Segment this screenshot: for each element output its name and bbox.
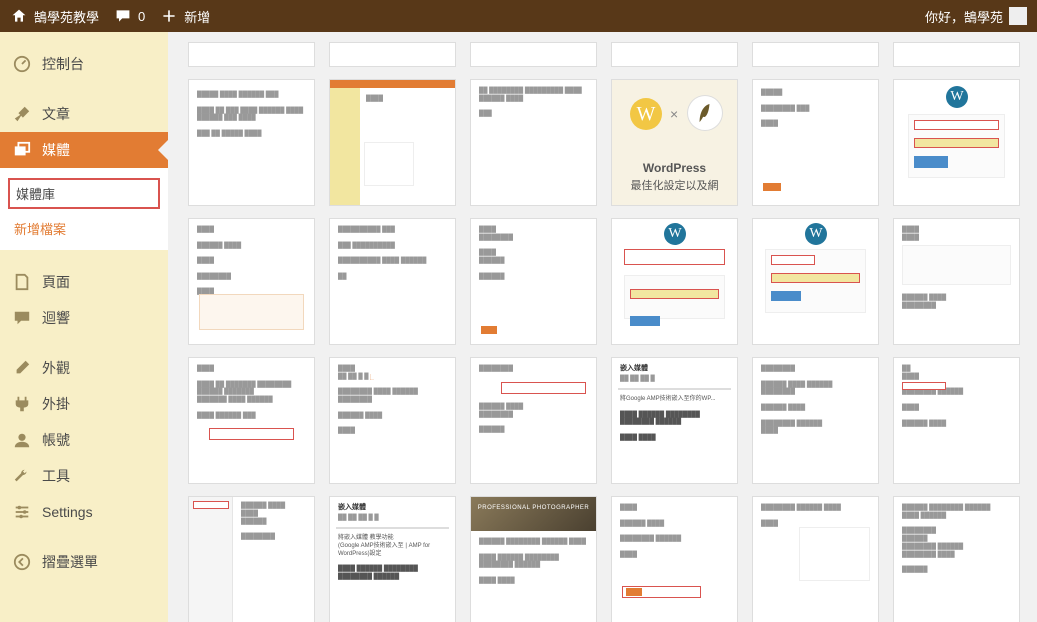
media-thumb[interactable] — [893, 42, 1020, 67]
media-thumb[interactable]: W × WordPress 最佳化設定以及網 — [611, 79, 738, 206]
admin-bar-right: 你好，鵠學苑 — [925, 7, 1027, 26]
main-wrap: 控制台 文章 媒體 媒體庫 新增檔案 — [0, 32, 1037, 622]
media-icon — [12, 140, 32, 160]
plug-icon — [12, 394, 32, 414]
sidebar-item-dashboard[interactable]: 控制台 — [0, 46, 168, 82]
sidebar-label: 頁面 — [42, 272, 70, 292]
wrench-icon — [12, 466, 32, 486]
media-thumb[interactable]: ████████ ██████ ████████ — [752, 496, 879, 622]
media-thumb[interactable]: W — [752, 218, 879, 345]
wp-logo-icon: W — [805, 223, 827, 245]
collapse-icon — [12, 552, 32, 572]
media-thumb[interactable]: ██████████ ██████ ████████████████████ █… — [329, 218, 456, 345]
media-thumb[interactable]: ████ — [329, 79, 456, 206]
page-icon — [12, 272, 32, 292]
submenu-item-addnew[interactable]: 新增檔案 — [0, 213, 168, 244]
user-icon — [12, 430, 32, 450]
sidebar-item-tools[interactable]: 工具 — [0, 458, 168, 494]
media-thumb[interactable]: ████████ ██████ ████████████ — [893, 218, 1020, 345]
media-thumb[interactable]: ██████ ██████████████████████ — [188, 496, 315, 622]
sidebar-label: 控制台 — [42, 54, 84, 74]
admin-bar: 鵠學苑教學 0 新增 你好，鵠學苑 — [0, 0, 1037, 32]
sliders-icon — [12, 502, 32, 522]
media-thumb[interactable] — [188, 42, 315, 67]
wp-logo-icon: W — [946, 86, 968, 108]
sidebar-label: 摺疊選單 — [42, 552, 98, 572]
media-thumb[interactable]: ████████ ██ ███████ ████████ ██████ ████… — [188, 357, 315, 484]
sidebar-label: 文章 — [42, 104, 70, 124]
comment-icon — [12, 308, 32, 328]
submenu-label: 媒體庫 — [16, 187, 55, 202]
media-thumb[interactable]: PROFESSIONAL PHOTOGRAPHER ██████ ███████… — [470, 496, 597, 622]
media-submenu: 媒體庫 新增檔案 — [0, 168, 168, 250]
brush-icon — [12, 358, 32, 378]
comments-link[interactable]: 0 — [114, 7, 145, 25]
media-grid: █████ ████ ██████ ███████ ██ ███ ████ ██… — [188, 42, 1017, 622]
feather-icon — [696, 102, 714, 124]
sidebar-item-posts[interactable]: 文章 — [0, 96, 168, 132]
submenu-label: 新增檔案 — [14, 222, 66, 237]
media-thumb[interactable] — [329, 42, 456, 67]
media-thumb[interactable]: 嵌入媒體 ██ ██ ██ █ 將Google AMP技術嵌入至你的WP...█… — [611, 357, 738, 484]
dashboard-icon — [12, 54, 32, 74]
sidebar-label: 外掛 — [42, 394, 70, 414]
media-thumb[interactable]: ██████ ██ █ █ █████████ ████ ██████ ████… — [329, 357, 456, 484]
admin-bar-left: 鵠學苑教學 0 新增 — [10, 7, 210, 26]
site-link[interactable]: 鵠學苑教學 — [10, 7, 99, 26]
sidebar-item-appearance[interactable]: 外觀 — [0, 350, 168, 386]
sidebar-label: 帳號 — [42, 430, 70, 450]
sidebar-label: 迴響 — [42, 308, 70, 328]
wp-logo-icon: W — [664, 223, 686, 245]
wp-logo-icon: W — [630, 98, 662, 130]
greeting-text: 你好，鵠學苑 — [925, 7, 1003, 26]
media-library-content: █████ ████ ██████ ███████ ██ ███ ████ ██… — [168, 32, 1037, 622]
media-thumb[interactable]: ████████████████████████████ — [470, 218, 597, 345]
sidebar-label: Settings — [42, 504, 93, 520]
admin-sidebar: 控制台 文章 媒體 媒體庫 新增檔案 — [0, 32, 168, 622]
media-thumb[interactable]: W — [893, 79, 1020, 206]
media-thumb[interactable]: ████████ ██████ ██████████████████ — [470, 357, 597, 484]
media-thumb[interactable] — [752, 42, 879, 67]
sidebar-item-comments[interactable]: 迴響 — [0, 300, 168, 336]
account-link[interactable]: 你好，鵠學苑 — [925, 7, 1027, 26]
sidebar-label: 工具 — [42, 466, 70, 486]
sidebar-item-plugins[interactable]: 外掛 — [0, 386, 168, 422]
pin-icon — [12, 104, 32, 124]
sidebar-label: 外觀 — [42, 358, 70, 378]
new-label: 新增 — [184, 7, 210, 26]
media-thumb[interactable]: 嵌入媒體 ██ ██ ██ █ █ 將嵌入媒體 教學功能(Google AMP技… — [329, 496, 456, 622]
sidebar-item-users[interactable]: 帳號 — [0, 422, 168, 458]
submenu-item-library[interactable]: 媒體庫 — [8, 178, 160, 209]
media-thumb[interactable]: W — [611, 218, 738, 345]
new-link[interactable]: 新增 — [160, 7, 210, 26]
media-thumb[interactable]: ██████████ ████████████ ██████████ — [611, 496, 738, 622]
sidebar-item-collapse[interactable]: 摺疊選單 — [0, 544, 168, 580]
media-thumb[interactable]: █████████████ ███████ — [752, 79, 879, 206]
media-thumb[interactable]: █████ ████ ██████ ███████ ██ ███ ████ ██… — [188, 79, 315, 206]
sidebar-label: 媒體 — [42, 140, 70, 160]
comment-icon — [114, 7, 132, 25]
media-thumb[interactable] — [611, 42, 738, 67]
thumb-caption: WordPress — [612, 161, 737, 175]
home-icon — [10, 7, 28, 25]
media-thumb[interactable]: ██████ ████████ ██████████ █████████████… — [893, 496, 1020, 622]
sidebar-item-pages[interactable]: 頁面 — [0, 264, 168, 300]
sidebar-item-settings[interactable]: Settings — [0, 494, 168, 530]
plus-icon — [160, 7, 178, 25]
avatar — [1009, 7, 1027, 25]
media-thumb[interactable]: ██████████ ████████████████████ — [188, 218, 315, 345]
sidebar-item-media[interactable]: 媒體 — [0, 132, 168, 168]
site-name: 鵠學苑教學 — [34, 7, 99, 26]
media-thumb[interactable]: ██ ████████ █████████ ████ ██████ ██████… — [470, 79, 597, 206]
media-thumb[interactable]: ██████████████ ████ ████████████████████… — [752, 357, 879, 484]
thumb-caption: 最佳化設定以及網 — [612, 177, 737, 193]
media-thumb[interactable] — [470, 42, 597, 67]
media-thumb[interactable]: ██████████████ ████████████████ ████ — [893, 357, 1020, 484]
comments-count: 0 — [138, 9, 145, 24]
